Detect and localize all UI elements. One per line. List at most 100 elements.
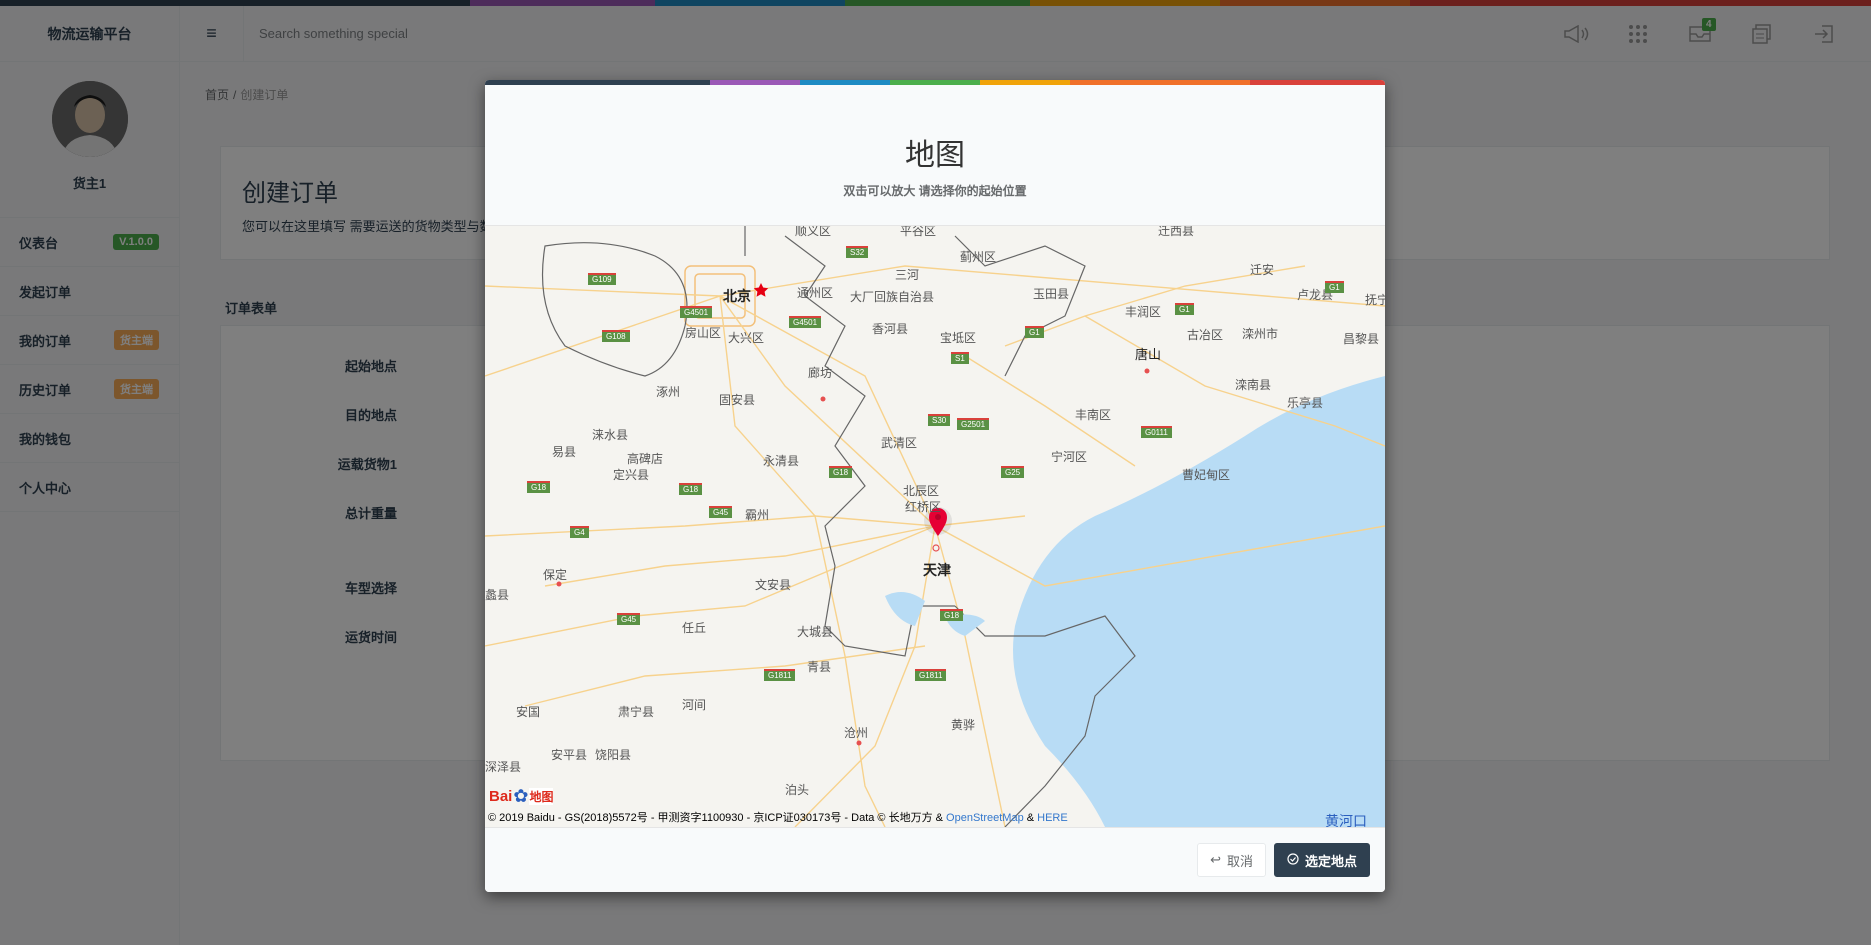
map-place-label: 丰南区 [1075, 408, 1112, 422]
map-place-label: 顺义区 [795, 226, 832, 238]
cancel-button-label: 取消 [1226, 853, 1253, 869]
city-dot [856, 740, 862, 746]
road-shield: G109 [588, 273, 616, 285]
map-place-label: 任丘 [682, 621, 707, 635]
map-place-label: 永清县 [763, 454, 800, 468]
map-place-label: 大城县 [797, 625, 834, 639]
modal-header: 地图 双击可以放大 请选择你的起始位置 [485, 85, 1385, 226]
check-circle-icon [1287, 852, 1299, 868]
map-place-label: 香河县 [872, 322, 909, 336]
map-place-label: 宝坻区 [940, 331, 977, 345]
map-place-label: 泊头 [785, 783, 810, 797]
road-shield: G45 [617, 613, 641, 625]
road-shield: G25 [1001, 466, 1025, 478]
cancel-button[interactable]: ↩ 取消 [1197, 843, 1266, 877]
map-place-label: 固安县 [719, 393, 756, 407]
map-place-label: 安平县 [551, 748, 588, 762]
road-shield: S1 [951, 352, 969, 364]
map-city-label: 天津 [923, 562, 951, 578]
road-shield: G45 [709, 506, 733, 518]
road-shield: G18 [527, 481, 551, 493]
map-place-label: 红桥区 [905, 500, 942, 514]
map-place-label: 深泽县 [485, 760, 522, 774]
map-place-label: 涿州 [656, 385, 681, 399]
map-place-label: 乐亭县 [1287, 396, 1324, 410]
road-shield: G1811 [764, 669, 796, 681]
map-place-label: 易县 [552, 445, 577, 459]
road-shield: G4 [570, 526, 589, 538]
paw-icon: ✿ [513, 786, 529, 806]
map-place-label: 房山区 [685, 326, 722, 340]
map-place-label: 沧州 [844, 726, 869, 740]
road-shield: G2501 [957, 418, 990, 430]
map-place-label: 涞水县 [592, 428, 629, 442]
map-place-label: 迁西县 [1158, 226, 1195, 238]
map-place-label: 保定 [543, 568, 568, 582]
map-place-label: 玉田县 [1033, 287, 1070, 301]
map-place-label: 黄骅 [951, 718, 976, 732]
map-place-label: 唐山 [1135, 347, 1162, 362]
road-shield: G1 [1175, 303, 1194, 315]
map-place-label: 迁安 [1250, 263, 1275, 277]
map-city-label: 北京 [723, 288, 751, 304]
map-place-label: 通州区 [797, 286, 834, 300]
baidu-logo[interactable]: Bai ✿ 地图 [489, 786, 554, 807]
map-place-label: 滦州市 [1242, 327, 1279, 341]
road-shield: G1 [1325, 281, 1344, 293]
road-shield: G1811 [915, 669, 947, 681]
map-place-label: 文安县 [755, 578, 792, 592]
road-shield: S30 [928, 414, 951, 426]
here-link[interactable]: HERE [1037, 812, 1068, 824]
map-copyright-amp: & [1023, 812, 1038, 824]
reply-icon: ↩ [1210, 852, 1221, 867]
map-place-label: 武清区 [881, 436, 918, 450]
map-place-label: 北辰区 [903, 484, 940, 498]
select-location-label: 选定地点 [1304, 853, 1357, 869]
map-copyright-text: © 2019 Baidu - GS(2018)5572号 - 甲测资字11009… [488, 812, 947, 824]
map-sea-label: 黄河口 [1325, 813, 1367, 827]
road-shield: G1 [1025, 326, 1044, 338]
map-place-label: 曹妃甸区 [1182, 468, 1231, 482]
map-place-label: 三河 [895, 268, 920, 282]
modal-subtitle: 双击可以放大 请选择你的起始位置 [843, 184, 1027, 198]
city-dot [1144, 368, 1150, 374]
road-shield: G4501 [789, 316, 822, 328]
map-place-label: 大厂回族自治县 [850, 290, 935, 304]
map-place-label: 安国 [516, 705, 541, 719]
map-place-label: 宁河区 [1051, 450, 1088, 464]
baidu-logo-map-text: 地图 [529, 788, 554, 805]
map-place-label: 蓟州区 [960, 250, 997, 264]
road-shield: G18 [829, 466, 853, 478]
map-place-label: 饶阳县 [595, 748, 632, 762]
road-shield: G4501 [680, 306, 713, 318]
map-place-label: 青县 [807, 660, 832, 674]
modal-footer: ↩ 取消 选定地点 [485, 827, 1385, 892]
map-place-label: 高碑店 [627, 452, 664, 466]
map-place-label: 古冶区 [1187, 328, 1224, 342]
map-copyright: © 2019 Baidu - GS(2018)5572号 - 甲测资字11009… [488, 809, 1068, 825]
map-place-label: 昌黎县 [1343, 332, 1380, 346]
map-place-label: 大兴区 [728, 331, 765, 345]
road-shield: G18 [679, 483, 703, 495]
modal-color-stripe [485, 80, 1385, 85]
road-shield: G108 [602, 330, 630, 342]
baidu-logo-text: Bai [489, 788, 513, 805]
map-canvas[interactable]: 北京 天津 顺义区 平谷区 迁西县 蓟州区 三河 迁安 通州区 大厂回族自治县 … [485, 226, 1385, 827]
map-place-label: 河间 [682, 698, 707, 712]
map-place-label: 抚宁 [1365, 293, 1385, 307]
map-modal: 地图 双击可以放大 请选择你的起始位置 北京 天津 顺义区 平谷区 迁西县 蓟州… [485, 80, 1385, 892]
map-place-label: 滦南县 [1235, 378, 1272, 392]
osm-link[interactable]: OpenStreetMap [946, 812, 1024, 824]
road-shield: S32 [846, 246, 869, 258]
road-shield: G18 [940, 609, 964, 621]
map-place-label: 平谷区 [900, 226, 937, 238]
map-place-label: 丰润区 [1125, 305, 1162, 319]
road-shield: G0111 [1141, 426, 1172, 438]
map-place-label: 霸州 [745, 508, 770, 522]
map-place-label: 肃宁县 [618, 705, 655, 719]
map-place-label: 廊坊 [808, 366, 833, 380]
map-place-label: 蠡县 [485, 588, 510, 602]
map-place-label: 定兴县 [613, 468, 650, 482]
city-dot [820, 396, 826, 402]
select-location-button[interactable]: 选定地点 [1273, 843, 1370, 877]
